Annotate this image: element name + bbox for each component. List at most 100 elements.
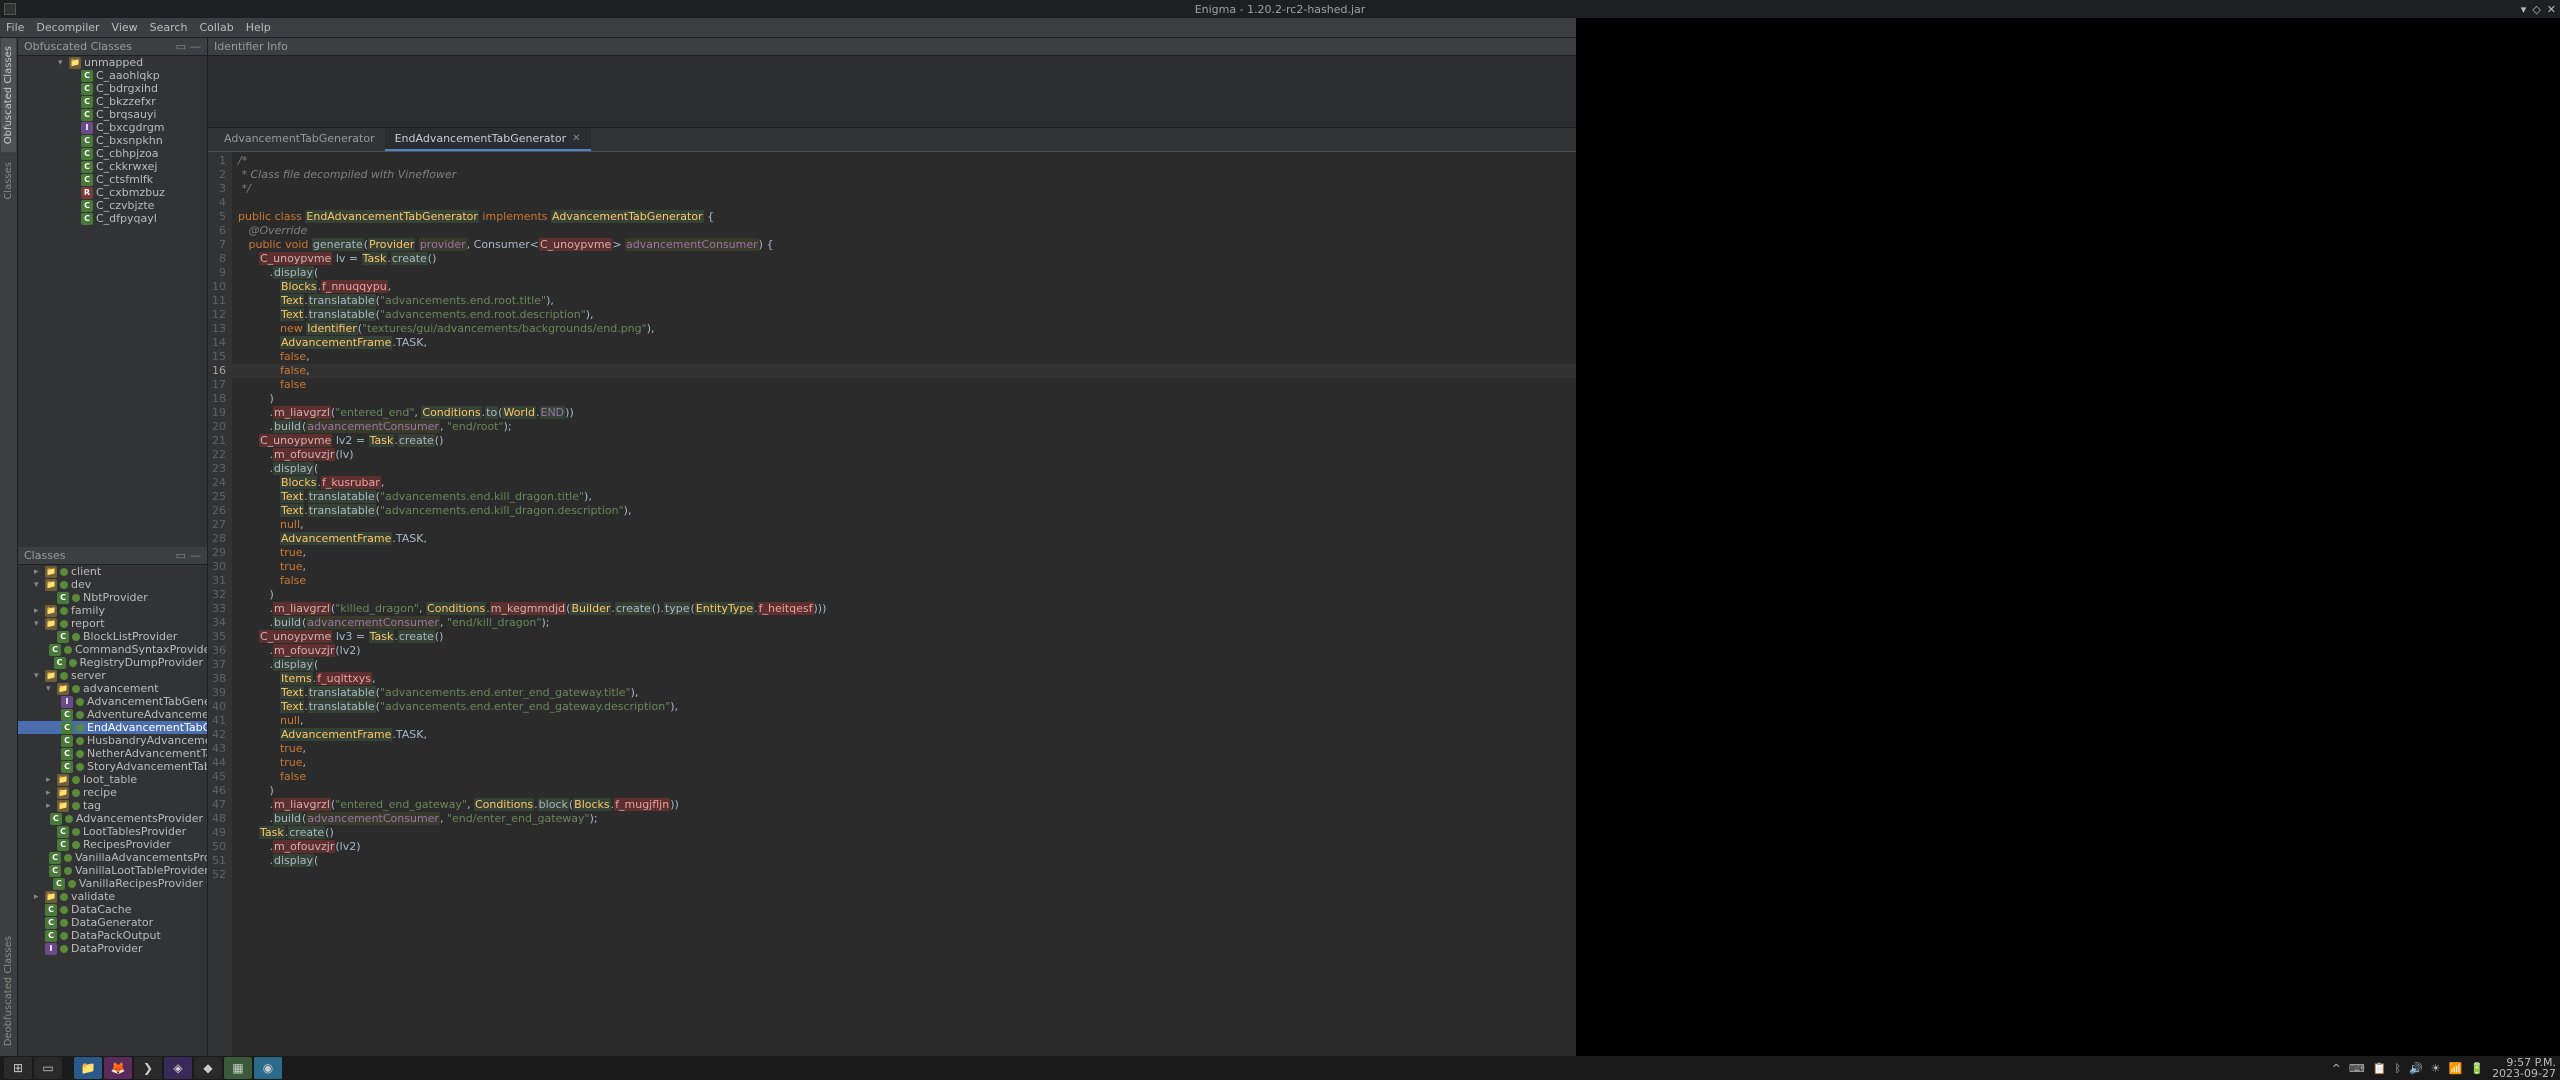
pkg-icon: 📁	[45, 618, 57, 630]
tree-item[interactable]: CAdvancementsProvider	[18, 812, 207, 825]
tree-item[interactable]: ▸📁validate	[18, 890, 207, 903]
C-icon: C	[50, 813, 62, 825]
close-icon[interactable]: ✕	[2547, 3, 2556, 16]
tree-item[interactable]: CVanillaAdvancementsProvide	[18, 851, 207, 864]
tree-item[interactable]: CNetherAdvancementTabG	[18, 747, 207, 760]
tree-item[interactable]: IDataProvider	[18, 942, 207, 955]
tree-item[interactable]: CC_brqsauyi	[18, 108, 207, 121]
tree-item[interactable]: CC_bkzzefxr	[18, 95, 207, 108]
menu-view[interactable]: View	[112, 21, 138, 34]
editor-tab[interactable]: EndAdvancementTabGenerator✕	[385, 128, 591, 151]
tray-volume-icon[interactable]: 🔊	[2409, 1062, 2423, 1075]
tree-item[interactable]: CEndAdvancementTabGen	[18, 721, 207, 734]
menu-help[interactable]: Help	[246, 21, 271, 34]
panel-hide-icon[interactable]: —	[190, 40, 201, 53]
tree-item[interactable]: IAdvancementTabGenerat	[18, 695, 207, 708]
tree-item[interactable]: CAdventureAdvancement	[18, 708, 207, 721]
tree-item[interactable]: CBlockListProvider	[18, 630, 207, 643]
tree-item[interactable]: CVanillaRecipesProvider	[18, 877, 207, 890]
terminal-icon[interactable]: ❯	[134, 1057, 162, 1079]
C-icon: C	[81, 161, 93, 173]
tree-item[interactable]: RC_cxbmzbuz	[18, 186, 207, 199]
tab-close-icon[interactable]: ✕	[572, 133, 580, 144]
tray-brightness-icon[interactable]: ☀	[2431, 1062, 2441, 1075]
classes-tree[interactable]: ▸📁client▾📁devCNbtProvider▸📁family▾📁repor…	[18, 565, 207, 1056]
mapped-indicator-icon	[72, 828, 80, 836]
mapped-indicator-icon	[72, 841, 80, 849]
tray-keyboard-icon[interactable]: ⌨	[2349, 1062, 2365, 1075]
C-icon: C	[57, 592, 69, 604]
panel-options-icon[interactable]: ▭	[176, 549, 186, 562]
menu-decompiler[interactable]: Decompiler	[36, 21, 99, 34]
prism-icon[interactable]: ◆	[194, 1057, 222, 1079]
tree-item[interactable]: CDataCache	[18, 903, 207, 916]
editor-tab[interactable]: AdvancementTabGenerator	[214, 128, 385, 151]
show-desktop-icon[interactable]: ▭	[34, 1057, 62, 1079]
tree-item[interactable]: ▾📁server	[18, 669, 207, 682]
tree-item[interactable]: CCommandSyntaxProvider	[18, 643, 207, 656]
obfuscated-classes-header: Obfuscated Classes ▭—	[18, 38, 207, 56]
tree-item[interactable]: ▸📁tag	[18, 799, 207, 812]
tree-item[interactable]: ▸📁family	[18, 604, 207, 617]
tree-item[interactable]: CVanillaLootTableProvider	[18, 864, 207, 877]
tree-item[interactable]: CHusbandryAdvancement	[18, 734, 207, 747]
mapped-indicator-icon	[72, 776, 80, 784]
minimize-icon[interactable]: ▾	[2521, 3, 2527, 16]
tree-item[interactable]: CNbtProvider	[18, 591, 207, 604]
rail-tab-deobfuscated[interactable]: Deobfuscated Classes	[1, 928, 16, 1054]
firefox-icon[interactable]: 🦊	[104, 1057, 132, 1079]
enigma-icon[interactable]: ◉	[254, 1057, 282, 1079]
rail-tab-classes[interactable]: Classes	[1, 154, 16, 208]
tree-item[interactable]: CStoryAdvancementTabGe	[18, 760, 207, 773]
clock[interactable]: 9:57 P.M. 2023-09-27	[2492, 1057, 2556, 1079]
tree-item[interactable]: CC_cbhpjzoa	[18, 147, 207, 160]
mapped-indicator-icon	[60, 568, 68, 576]
tree-item[interactable]: CDataPackOutput	[18, 929, 207, 942]
tree-item[interactable]: ▾📁report	[18, 617, 207, 630]
tray-expand-icon[interactable]: ^	[2332, 1062, 2341, 1075]
tree-item[interactable]: CDataGenerator	[18, 916, 207, 929]
C-icon: C	[81, 174, 93, 186]
rail-tab-obfuscated-classes[interactable]: Obfuscated Classes	[1, 38, 16, 152]
tree-item[interactable]: ▾📁dev	[18, 578, 207, 591]
tray-bluetooth-icon[interactable]: ᛒ	[2394, 1062, 2401, 1075]
pkg-icon: 📁	[57, 800, 69, 812]
tree-item[interactable]: CC_czvbjzte	[18, 199, 207, 212]
app-launcher-icon[interactable]: ⊞	[4, 1057, 32, 1079]
tree-item[interactable]: CRecipesProvider	[18, 838, 207, 851]
menu-search[interactable]: Search	[150, 21, 188, 34]
files-icon[interactable]: 📁	[74, 1057, 102, 1079]
mapped-indicator-icon	[72, 685, 80, 693]
C-icon: C	[81, 135, 93, 147]
tree-item[interactable]: IC_bxcgdrgm	[18, 121, 207, 134]
mapped-indicator-icon	[65, 815, 73, 823]
R-icon: R	[81, 187, 93, 199]
tray-clipboard-icon[interactable]: 📋	[2373, 1062, 2387, 1075]
tree-item[interactable]: CC_dfpyqayl	[18, 212, 207, 225]
panel-hide-icon[interactable]: —	[190, 549, 201, 562]
menu-collab[interactable]: Collab	[199, 21, 233, 34]
intellij-icon[interactable]: ◈	[164, 1057, 192, 1079]
tree-item[interactable]: ▸📁loot_table	[18, 773, 207, 786]
tree-item[interactable]: CC_ctsfmlfk	[18, 173, 207, 186]
tree-item[interactable]: CC_aaohlqkp	[18, 69, 207, 82]
C-icon: C	[57, 631, 69, 643]
pkg-icon: 📁	[45, 579, 57, 591]
panel-options-icon[interactable]: ▭	[176, 40, 186, 53]
tree-item[interactable]: ▾📁unmapped	[18, 56, 207, 69]
tree-item[interactable]: ▸📁recipe	[18, 786, 207, 799]
tree-item[interactable]: ▸📁client	[18, 565, 207, 578]
tree-item[interactable]: CC_bxsnpkhn	[18, 134, 207, 147]
obfuscated-tree[interactable]: ▾📁unmappedCC_aaohlqkpCC_bdrgxihdCC_bkzze…	[18, 56, 207, 547]
tree-item[interactable]: ▾📁advancement	[18, 682, 207, 695]
tray-battery-icon[interactable]: 🔋	[2470, 1062, 2484, 1075]
maximize-icon[interactable]: ◇	[2532, 3, 2540, 16]
tray-wifi-icon[interactable]: 📶	[2449, 1062, 2463, 1075]
I-icon: I	[45, 943, 57, 955]
tree-item[interactable]: CC_bdrgxihd	[18, 82, 207, 95]
menu-file[interactable]: File	[6, 21, 24, 34]
tree-item[interactable]: CC_ckkrwxej	[18, 160, 207, 173]
tree-item[interactable]: CRegistryDumpProvider	[18, 656, 207, 669]
minecraft-icon[interactable]: ▦	[224, 1057, 252, 1079]
tree-item[interactable]: CLootTablesProvider	[18, 825, 207, 838]
